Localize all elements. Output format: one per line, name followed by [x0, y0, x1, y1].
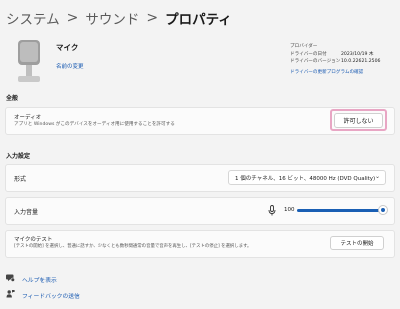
property-label: ドライバーの日付 — [290, 51, 327, 57]
rename-link[interactable]: 名前の変更 — [56, 62, 84, 70]
device-name: マイク — [56, 43, 79, 52]
feedback-icon — [6, 290, 15, 298]
section-title-input: 入力設定 — [6, 153, 31, 160]
mic-test-title: マイクのテスト — [14, 237, 53, 243]
format-label: 形式 — [14, 176, 27, 183]
help-link[interactable]: ヘルプを表示 — [22, 275, 57, 284]
property-row-driver-version: ドライバーのバージョン 10.0.22621.2506 — [290, 58, 380, 66]
property-label: プロバイダー — [290, 44, 318, 49]
breadcrumb-sound[interactable]: サウンド — [85, 8, 139, 28]
volume-label: 入力音量 — [14, 209, 39, 216]
feedback-link[interactable]: フィードバックの送信 — [22, 291, 80, 300]
audio-description: アプリと Windows がこのデバイスをオーディオ用に使用することを許可する — [14, 122, 175, 127]
section-title-general: 全般 — [6, 95, 19, 102]
volume-slider-thumb[interactable] — [379, 206, 387, 214]
breadcrumb-separator: > — [146, 10, 159, 26]
property-row-driver-date: ドライバーの日付 2023/10/19 木 — [290, 51, 380, 59]
help-icon — [6, 274, 15, 282]
deny-button[interactable]: 許可しない — [334, 113, 383, 128]
microphone-small-icon — [268, 205, 276, 216]
breadcrumb: システム > サウンド > プロパティ — [6, 7, 232, 29]
mic-test-description: [テストの開始] を選択し、普通に話すか、少なくとも数秒間通常の音量で音声を再生… — [14, 244, 252, 249]
page-title: プロパティ — [165, 12, 232, 28]
microphone-icon — [18, 40, 40, 82]
property-value: 2023/10/19 木 — [341, 51, 374, 57]
audio-title: オーディオ — [14, 115, 42, 121]
format-dropdown[interactable]: 1 個のチャネル、16 ビット、48000 Hz (DVD Quality) — [228, 170, 386, 185]
property-row-provider: プロバイダー — [290, 43, 380, 51]
breadcrumb-system[interactable]: システム — [6, 8, 60, 28]
breadcrumb-separator: > — [66, 10, 79, 26]
driver-update-link[interactable]: ドライバーの更新プログラムの確認 — [290, 69, 363, 75]
property-label: ドライバーのバージョン — [290, 59, 341, 65]
volume-slider-track[interactable] — [297, 209, 385, 212]
driver-properties: プロバイダー ドライバーの日付 2023/10/19 木 ドライバーのバージョン… — [290, 43, 380, 66]
start-test-button[interactable]: テストの開始 — [330, 236, 384, 250]
chevron-down-icon: ⌄ — [375, 173, 381, 180]
volume-value: 100 — [284, 207, 295, 213]
property-value: 10.0.22621.2506 — [341, 59, 381, 65]
